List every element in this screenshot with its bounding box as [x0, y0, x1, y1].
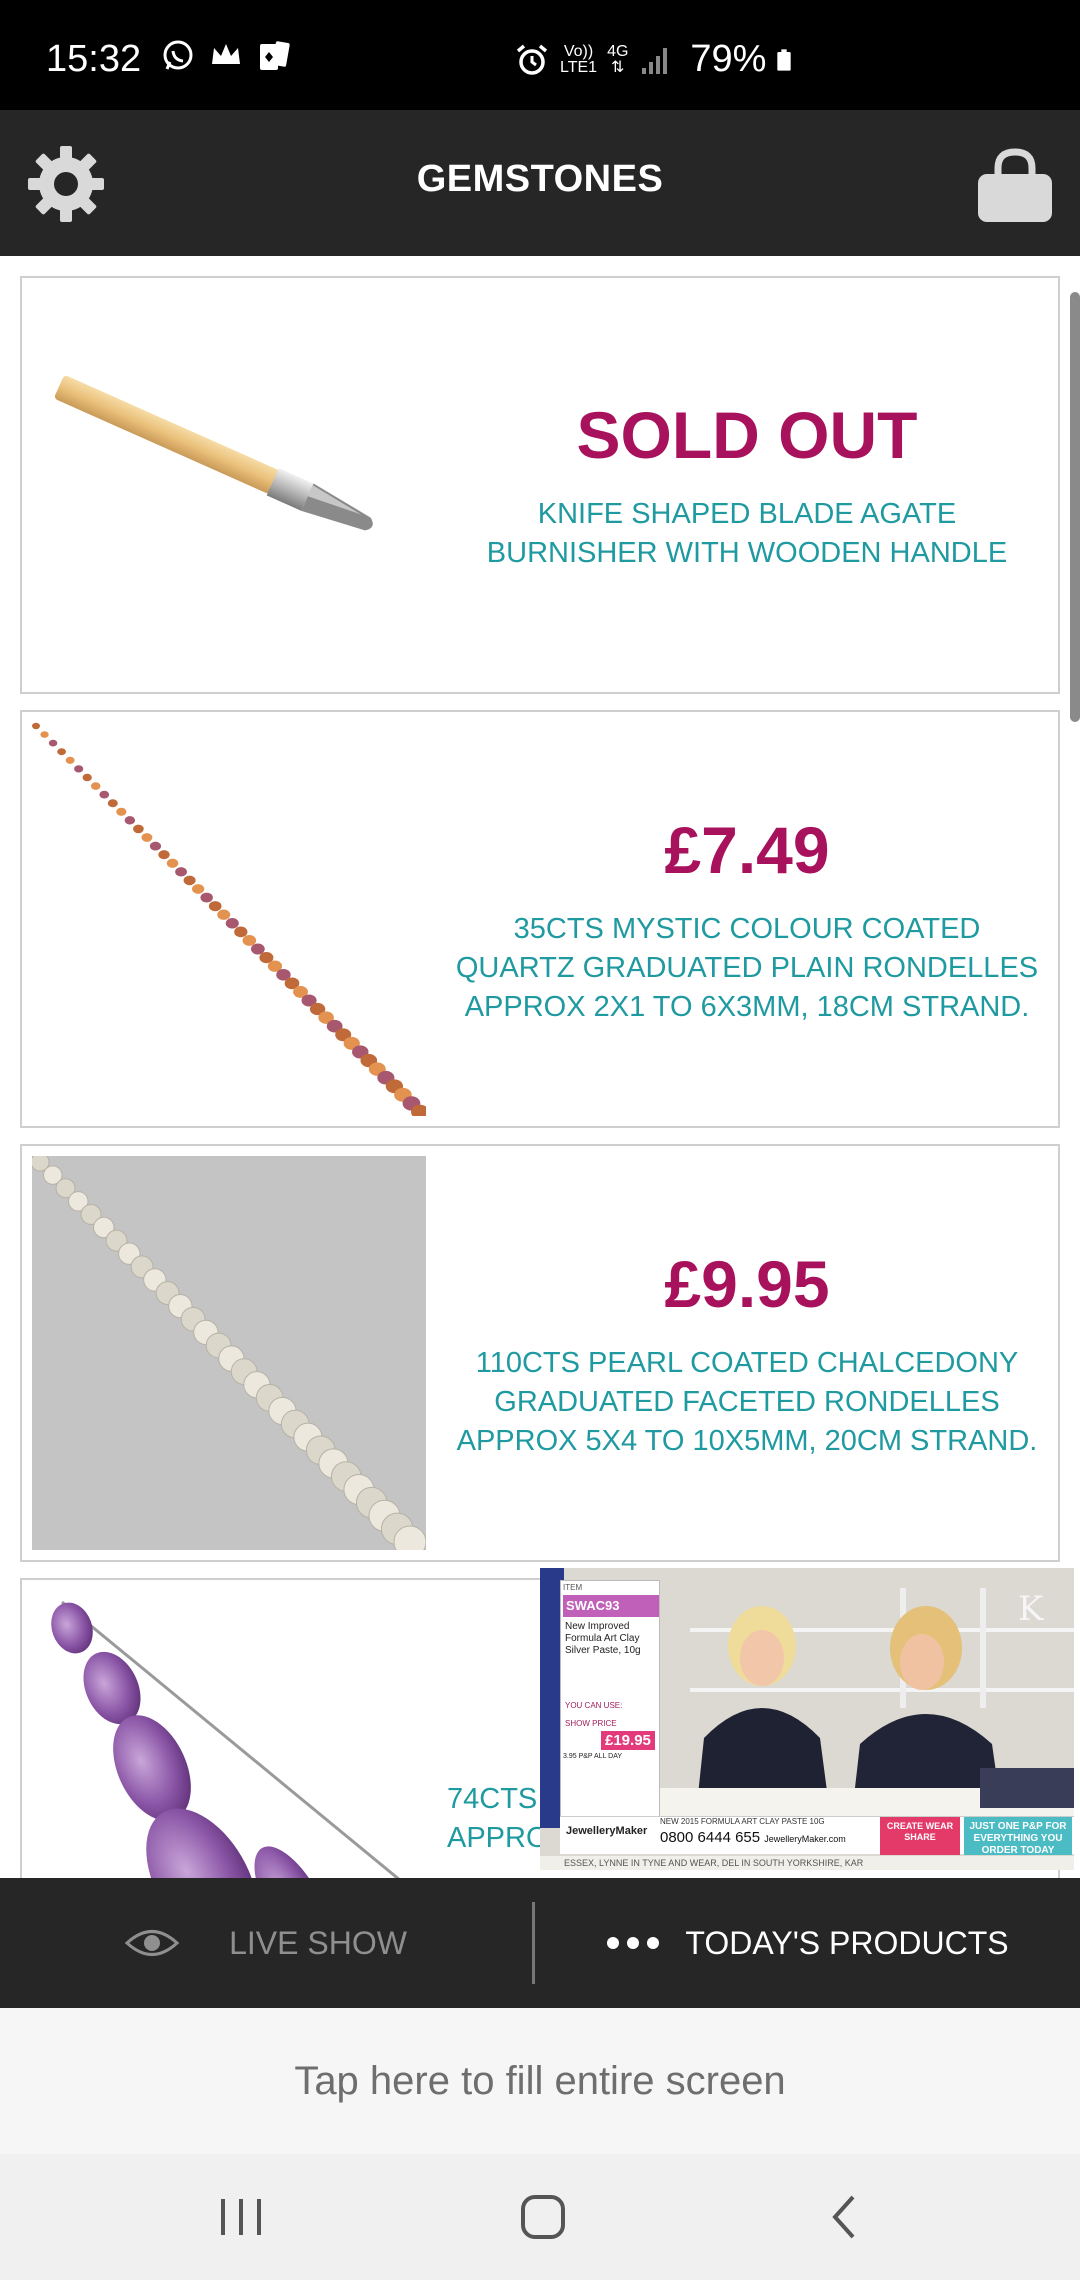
whatsapp-icon	[163, 40, 193, 70]
scrollbar-thumb[interactable]	[1070, 292, 1080, 722]
more-dots-icon	[607, 1937, 660, 1949]
bead	[242, 935, 257, 946]
bead	[99, 790, 110, 799]
bead	[200, 892, 213, 903]
status-bar: 15:32 Vo)) LTE1 4G ⇅ 79%	[0, 0, 1080, 110]
bead	[208, 901, 222, 912]
volte-indicator: Vo)) LTE1	[560, 42, 598, 76]
system-nav-bar	[0, 2154, 1080, 2280]
app-header: GEMSTONES	[0, 110, 1080, 256]
page-title: GEMSTONES	[416, 158, 664, 200]
product-image	[32, 288, 426, 682]
bead	[234, 926, 248, 938]
eye-icon	[125, 1930, 180, 1956]
bead	[32, 722, 40, 730]
show-price: £19.95	[601, 1731, 655, 1750]
product-image	[32, 1590, 426, 1878]
bead	[124, 816, 136, 825]
product-info: SOLD OUT KNIFE SHAPED BLADE AGATE BURNIS…	[442, 278, 1052, 692]
bead	[149, 841, 162, 851]
bottom-tab-bar: LIVE SHOW TODAY'S PRODUCTS	[0, 1878, 1080, 2008]
product-description: 35CTS MYSTIC COLOUR COATED QUARTZ GRADUA…	[455, 912, 1039, 1023]
bead	[166, 858, 179, 868]
brand-logo: JewelleryMaker	[566, 1825, 648, 1837]
item-title: New Improved Formula Art Clay Silver Pas…	[565, 1621, 641, 1656]
network-type-indicator: 4G ⇅	[607, 42, 629, 76]
bead	[225, 918, 239, 929]
product-info: £7.49 35CTS MYSTIC COLOUR COATED QUARTZ …	[442, 712, 1052, 1126]
notification-icons	[160, 38, 292, 74]
recent-apps-button[interactable]	[196, 2180, 286, 2254]
svg-text:K: K	[1018, 1589, 1044, 1629]
bead	[107, 799, 118, 808]
back-icon	[832, 2195, 855, 2239]
battery-percent: 79%	[690, 38, 767, 80]
product-description-line2: APPRO	[447, 1822, 549, 1854]
tab-live-show[interactable]: LIVE SHOW	[0, 1878, 532, 2008]
bead	[116, 807, 127, 816]
bead	[48, 739, 58, 747]
ticker-headline: NEW 2015 FORMULA ART CLAY PASTE 10G	[660, 1817, 825, 1826]
bead	[183, 875, 196, 886]
fill-screen-label: Tap here to fill entire screen	[294, 2058, 786, 2103]
cards-icon	[260, 41, 290, 70]
ticker-crawl: ESSEX, LYNNE IN TYNE AND WEAR, DEL IN SO…	[540, 1856, 1074, 1870]
bead	[175, 867, 187, 877]
back-button[interactable]	[800, 2180, 890, 2254]
battery-icon	[777, 48, 792, 71]
tab-todays-products[interactable]: TODAY'S PRODUCTS	[534, 1878, 1080, 2008]
bead	[57, 748, 66, 756]
product-image	[32, 722, 426, 1116]
product-card-burnisher[interactable]: SOLD OUT KNIFE SHAPED BLADE AGATE BURNIS…	[20, 276, 1060, 694]
product-price: SOLD OUT	[576, 398, 918, 472]
bead	[65, 756, 75, 764]
crown-icon	[212, 44, 240, 64]
live-video-overlay[interactable]: K ITEM SWAC93 New Improved Formula Art C…	[540, 1568, 1074, 1870]
home-button[interactable]	[498, 2180, 588, 2254]
product-description: 110CTS PEARL COATED CHALCEDONY GRADUATED…	[456, 1346, 1038, 1457]
video-ticker: JewelleryMaker NEW 2015 FORMULA ART CLAY…	[560, 1816, 1074, 1856]
bead	[217, 909, 231, 920]
pp-note: 3.95 P&P ALL DAY	[563, 1753, 623, 1760]
signal-icon	[642, 47, 668, 74]
fill-screen-button[interactable]: Tap here to fill entire screen	[0, 2008, 1080, 2154]
promo-one-pp: JUST ONE P&P FOR EVERYTHING YOU ORDER TO…	[964, 1817, 1072, 1856]
bead	[158, 850, 170, 860]
product-info: £9.95 110CTS PEARL COATED CHALCEDONY GRA…	[442, 1146, 1052, 1560]
bead	[141, 833, 153, 842]
product-image	[32, 1156, 426, 1550]
item-code: SWAC93	[563, 1595, 659, 1617]
home-icon	[521, 2195, 565, 2239]
data-arrows-icon: ⇅	[611, 58, 625, 76]
bead	[90, 782, 101, 790]
bead	[74, 765, 84, 773]
ticker-phone: 0800 6444 655 JewelleryMaker.com	[660, 1829, 846, 1846]
product-card-quartz[interactable]: £7.49 35CTS MYSTIC COLOUR COATED QUARTZ …	[20, 710, 1060, 1128]
show-price-label: SHOW PRICE	[565, 1719, 617, 1728]
product-card-chalcedony[interactable]: £9.95 110CTS PEARL COATED CHALCEDONY GRA…	[20, 1144, 1060, 1562]
bead	[133, 824, 144, 834]
system-icons: Vo)) LTE1 4G ⇅ 79%	[514, 38, 800, 81]
tab-label: TODAY'S PRODUCTS	[685, 1924, 1009, 1961]
promo-create-wear-share: CREATE WEAR SHARE	[880, 1817, 960, 1855]
status-time: 15:32	[46, 38, 142, 80]
alarm-icon	[516, 44, 548, 75]
product-price: £9.95	[664, 1246, 830, 1321]
product-price: £7.49	[664, 812, 830, 887]
recent-apps-icon	[221, 2199, 261, 2235]
tab-label: LIVE SHOW	[229, 1924, 407, 1961]
product-info-card: ITEM SWAC93 New Improved Formula Art Cla…	[560, 1580, 660, 1820]
product-description: KNIFE SHAPED BLADE AGATE BURNISHER WITH …	[486, 498, 1008, 569]
bead	[82, 773, 92, 782]
bead	[40, 731, 49, 738]
bead	[192, 884, 205, 894]
shopping-bag-icon[interactable]	[974, 144, 1056, 226]
you-can-use-label: YOU CAN USE:	[565, 1701, 623, 1710]
